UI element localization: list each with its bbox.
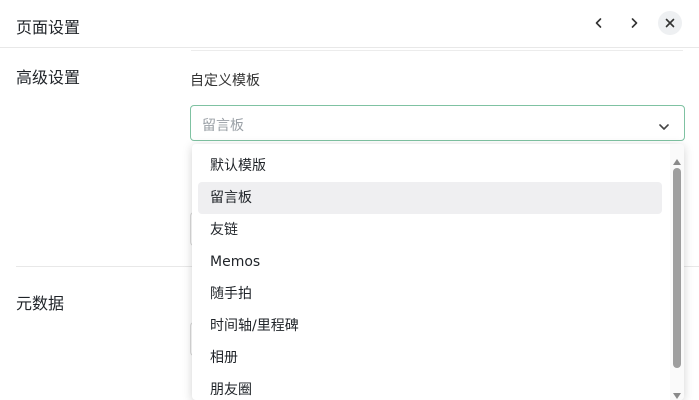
template-field-label: 自定义模板 <box>190 73 260 89</box>
dropdown-option[interactable]: 默认模版 <box>198 150 662 182</box>
dropdown-option[interactable]: 随手拍 <box>198 278 662 310</box>
template-select[interactable]: 留言板 <box>190 105 685 141</box>
previous-button[interactable] <box>587 11 611 35</box>
dropdown-scrollbar[interactable] <box>670 144 684 400</box>
scroll-down-arrow-icon[interactable] <box>673 384 681 400</box>
template-dropdown-menu: 默认模版 留言板 友链 Memos 随手拍 时间轴/里程碑 相册 朋友圈 <box>192 144 684 400</box>
section-advanced-settings: 高级设置 <box>16 68 81 87</box>
scroll-up-arrow-icon[interactable] <box>673 150 681 169</box>
dropdown-option[interactable]: 相册 <box>198 342 662 374</box>
template-select-value: 留言板 <box>202 118 244 134</box>
chevron-right-icon <box>628 17 640 29</box>
dropdown-option[interactable]: 朋友圈 <box>198 374 662 400</box>
chevron-left-icon <box>593 17 605 29</box>
dropdown-option[interactable]: Memos <box>198 246 662 278</box>
modal-header: 页面设置 <box>0 0 699 48</box>
modal-title: 页面设置 <box>16 18 81 37</box>
scrollbar-thumb[interactable] <box>673 168 681 368</box>
next-button[interactable] <box>622 11 646 35</box>
divider <box>191 50 683 51</box>
dropdown-option-active[interactable]: 留言板 <box>198 182 662 214</box>
close-icon <box>664 17 676 29</box>
dropdown-option[interactable]: 友链 <box>198 214 662 246</box>
section-metadata: 元数据 <box>16 294 65 313</box>
chevron-down-icon <box>658 118 670 137</box>
close-button[interactable] <box>658 11 682 35</box>
dropdown-option[interactable]: 时间轴/里程碑 <box>198 310 662 342</box>
